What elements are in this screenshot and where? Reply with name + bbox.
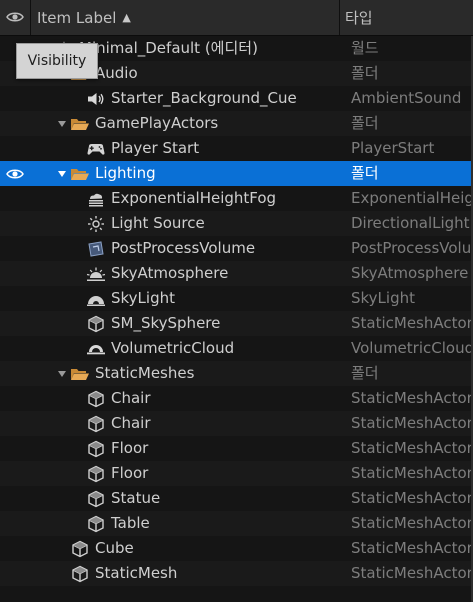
row-type: 폴더 (351, 114, 379, 132)
row-label: ExponentialHeightFog (111, 189, 277, 207)
row-type: ExponentialHeightFog (351, 189, 471, 207)
outliner-row[interactable]: Starter_Background_Cue AmbientSound (0, 86, 473, 111)
static-mesh-icon (86, 438, 106, 459)
cloud-icon (86, 338, 106, 359)
row-label: Statue (111, 489, 161, 507)
static-mesh-icon (70, 563, 90, 584)
row-label: Minimal_Default (에디터) (79, 39, 258, 57)
world-outliner: Item Label ▲ 타입 Minimal_Default (에디터) 월드 A… (0, 0, 473, 602)
outliner-row[interactable]: StaticMesh StaticMeshActor (0, 561, 473, 586)
sky-atmosphere-icon (86, 263, 106, 284)
row-label: SM_SkySphere (111, 314, 221, 332)
outliner-row[interactable]: VolumetricCloud VolumetricCloud (0, 336, 473, 361)
outliner-row[interactable]: Table StaticMeshActor (0, 511, 473, 536)
row-label: Table (111, 514, 150, 532)
outliner-row[interactable]: Chair StaticMeshActor (0, 411, 473, 436)
outliner-row[interactable]: SkyLight SkyLight (0, 286, 473, 311)
static-mesh-icon (86, 513, 106, 534)
static-mesh-icon (86, 388, 106, 409)
item-label-column-header[interactable]: Item Label ▲ (31, 0, 340, 35)
outliner-row[interactable]: Light Source DirectionalLight (0, 211, 473, 236)
row-label: SkyLight (111, 289, 175, 307)
row-label: Chair (111, 389, 151, 407)
outliner-row[interactable]: PostProcessVolume PostProcessVolume (0, 236, 473, 261)
row-type: SkyAtmosphere (351, 264, 469, 282)
row-label: VolumetricCloud (111, 339, 235, 357)
row-type: PostProcessVolume (351, 239, 471, 257)
eye-icon (6, 9, 24, 27)
outliner-row[interactable]: Cube StaticMeshActor (0, 536, 473, 561)
row-type: StaticMeshActor (351, 564, 471, 582)
folder-open-icon (70, 163, 90, 184)
outliner-row[interactable]: Floor StaticMeshActor (0, 461, 473, 486)
visibility-column-header[interactable] (0, 0, 31, 35)
outliner-row[interactable]: SkyAtmosphere SkyAtmosphere (0, 261, 473, 286)
row-label: SkyAtmosphere (111, 264, 229, 282)
static-mesh-icon (70, 538, 90, 559)
outliner-row[interactable]: Player Start PlayerStart (0, 136, 473, 161)
outliner-row[interactable]: Statue StaticMeshActor (0, 486, 473, 511)
sun-icon (86, 213, 106, 234)
visibility-tooltip: Visibility (16, 43, 98, 79)
row-type: DirectionalLight (351, 214, 470, 232)
row-label: Lighting (95, 164, 156, 182)
row-type: 폴더 (351, 64, 379, 82)
static-mesh-icon (86, 488, 106, 509)
outliner-row[interactable]: Chair StaticMeshActor (0, 386, 473, 411)
row-type: 폴더 (351, 164, 379, 182)
row-type: 폴더 (351, 364, 379, 382)
row-type: 월드 (351, 39, 379, 57)
folder-open-icon (70, 113, 90, 134)
expand-arrow-icon[interactable] (56, 161, 68, 186)
row-type: StaticMeshActor (351, 464, 471, 482)
outliner-row[interactable]: GamePlayActors 폴더 (0, 111, 473, 136)
outliner-header: Item Label ▲ 타입 (0, 0, 473, 36)
row-label: Floor (111, 464, 149, 482)
item-label-header-text: Item Label (37, 8, 117, 27)
row-type: AmbientSound (351, 89, 462, 107)
outliner-row[interactable]: Floor StaticMeshActor (0, 436, 473, 461)
static-mesh-icon (86, 313, 106, 334)
outliner-row[interactable]: ExponentialHeightFog ExponentialHeightFog (0, 186, 473, 211)
folder-open-icon (70, 363, 90, 384)
row-label: Light Source (111, 214, 205, 232)
row-type: StaticMeshActor (351, 489, 471, 507)
fog-icon (86, 188, 106, 209)
gamepad-icon (86, 138, 106, 159)
outliner-row[interactable]: StaticMeshes 폴더 (0, 361, 473, 386)
row-label: Cube (95, 539, 134, 557)
type-column-header[interactable]: 타입 (341, 0, 473, 35)
static-mesh-icon (86, 413, 106, 434)
sort-ascending-icon: ▲ (122, 11, 131, 24)
row-label: StaticMeshes (95, 364, 195, 382)
row-label: Player Start (111, 139, 200, 157)
post-process-volume-icon (86, 238, 106, 259)
expand-arrow-icon[interactable] (56, 111, 68, 136)
expand-arrow-icon[interactable] (56, 361, 68, 386)
outliner-row[interactable]: Lighting 폴더 (0, 161, 473, 186)
row-type: StaticMeshActor (351, 514, 471, 532)
row-label: Starter_Background_Cue (111, 89, 297, 107)
speaker-icon (86, 88, 106, 109)
outliner-row[interactable]: SM_SkySphere StaticMeshActor (0, 311, 473, 336)
visibility-eye-icon[interactable] (4, 163, 26, 184)
row-type: StaticMeshActor (351, 539, 471, 557)
row-label: Chair (111, 414, 151, 432)
row-label: Floor (111, 439, 149, 457)
static-mesh-icon (86, 463, 106, 484)
row-type: SkyLight (351, 289, 415, 307)
type-header-text: 타입 (345, 9, 373, 27)
row-type: VolumetricCloud (351, 339, 471, 357)
row-type: StaticMeshActor (351, 314, 471, 332)
row-label: StaticMesh (95, 564, 178, 582)
row-type: StaticMeshActor (351, 414, 471, 432)
row-label: Audio (95, 64, 138, 82)
row-label: PostProcessVolume (111, 239, 256, 257)
sky-light-icon (86, 288, 106, 309)
row-type: StaticMeshActor (351, 439, 471, 457)
row-label: GamePlayActors (95, 114, 219, 132)
row-type: PlayerStart (351, 139, 435, 157)
row-type: StaticMeshActor (351, 389, 471, 407)
